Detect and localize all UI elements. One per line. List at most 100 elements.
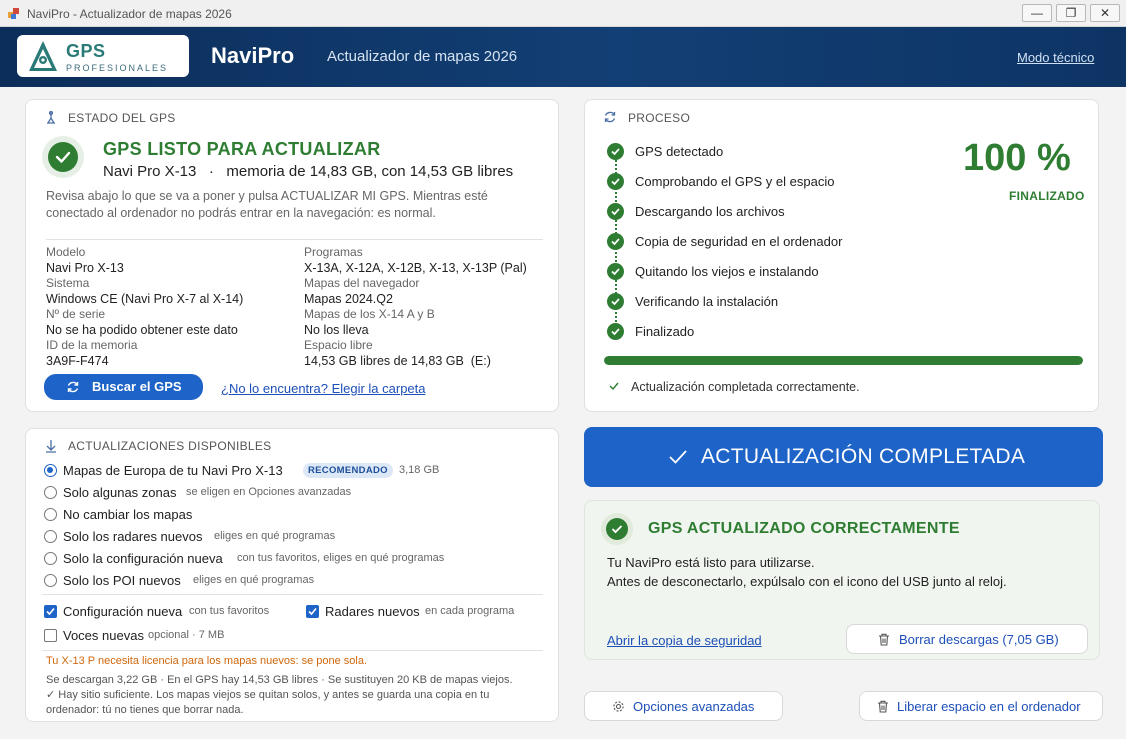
gps-status-card: ESTADO DEL GPS GPS LISTO PARA ACTUALIZAR… xyxy=(25,99,559,412)
maximize-button[interactable]: ❐ xyxy=(1056,4,1086,22)
minimize-button[interactable]: — xyxy=(1022,4,1052,22)
open-backup-link[interactable]: Abrir la copia de seguridad xyxy=(607,633,762,648)
info-label: Mapas del navegador xyxy=(304,276,420,290)
delete-downloads-label: Borrar descargas (7,05 GB) xyxy=(899,632,1059,647)
space-note: ✓ Hay sitio suficiente. Los mapas viejos… xyxy=(46,689,490,701)
option-radio-no-change[interactable] xyxy=(44,508,57,521)
check-icon xyxy=(669,450,687,464)
success-line-2: Antes de desconectarlo, expúlsalo con el… xyxy=(607,574,1007,589)
config-checkbox[interactable] xyxy=(44,605,57,618)
option-hint: 3,18 GB xyxy=(399,464,440,476)
step-done xyxy=(607,323,624,340)
option-label[interactable]: No cambiar los mapas xyxy=(63,507,192,522)
divider xyxy=(42,594,543,595)
info-value: No los lleva xyxy=(304,323,369,337)
window-titlebar: NaviPro - Actualizador de mapas 2026 — ❐… xyxy=(0,0,1126,27)
info-value: Windows CE (Navi Pro X-7 al X-14) xyxy=(46,292,244,306)
check-icon xyxy=(46,607,55,616)
updates-card: ACTUALIZACIONES DISPONIBLES Mapas de Eur… xyxy=(25,428,559,722)
option-label[interactable]: Solo la configuración nueva xyxy=(63,551,223,566)
step-done xyxy=(607,143,624,160)
option-label[interactable]: Solo los radares nuevos xyxy=(63,529,202,544)
search-gps-button[interactable]: Buscar el GPS xyxy=(44,374,203,400)
choose-folder-link[interactable]: ¿No lo encuentra? Elegir la carpeta xyxy=(221,381,426,396)
info-label: Programas xyxy=(304,245,363,259)
info-label: Nº de serie xyxy=(46,307,106,321)
info-value: 3A9F-F474 xyxy=(46,354,109,368)
logo-text: GPS xyxy=(66,41,106,61)
free-space-label: Liberar espacio en el ordenador xyxy=(897,699,1081,714)
free-space-button[interactable]: Liberar espacio en el ordenador xyxy=(859,691,1103,721)
check-label[interactable]: Voces nuevas xyxy=(63,628,144,643)
step-done xyxy=(607,293,624,310)
option-radio-radars[interactable] xyxy=(44,530,57,543)
trash-icon xyxy=(879,633,889,646)
logo-subtext: PROFESIONALES xyxy=(66,63,169,73)
section-title: PROCESO xyxy=(628,111,691,125)
option-label[interactable]: Mapas de Europa de tu Navi Pro X-13 xyxy=(63,463,283,478)
divider xyxy=(42,650,543,651)
app-subtitle: Actualizador de mapas 2026 xyxy=(327,48,518,65)
refresh-icon xyxy=(604,111,616,123)
option-radio-config[interactable] xyxy=(44,552,57,565)
option-hint: con tus favoritos, eliges en qué program… xyxy=(237,552,445,564)
close-button[interactable]: ✕ xyxy=(1090,4,1120,22)
check-icon xyxy=(611,238,620,246)
check-hint: en cada programa xyxy=(425,605,515,617)
update-complete-button[interactable]: ACTUALIZACIÓN COMPLETADA xyxy=(584,427,1103,487)
option-hint: eliges en qué programas xyxy=(193,574,315,586)
device-summary: Navi Pro X-13 · memoria de 14,83 GB, con… xyxy=(103,163,514,180)
step-label: GPS detectado xyxy=(635,144,724,159)
info-label: Espacio libre xyxy=(304,338,373,352)
refresh-icon xyxy=(67,381,79,393)
check-icon xyxy=(611,328,620,336)
section-title: ESTADO DEL GPS xyxy=(68,111,176,125)
license-warning: Tu X-13 P necesita licencia para los map… xyxy=(46,655,368,667)
download-summary: Se descargan 3,22 GB · En el GPS hay 14,… xyxy=(46,674,513,686)
search-gps-label: Buscar el GPS xyxy=(92,379,182,394)
check-label[interactable]: Configuración nueva xyxy=(63,604,182,619)
option-radio-europe[interactable] xyxy=(44,464,57,477)
step-label: Copia de seguridad en el ordenador xyxy=(635,234,843,249)
option-label[interactable]: Solo algunas zonas xyxy=(63,485,176,500)
progress-percent: 100 % xyxy=(963,137,1071,179)
check-icon xyxy=(611,298,620,306)
space-note-cont: ordenador: tú no tienes que borrar nada. xyxy=(46,704,244,716)
close-icon: ✕ xyxy=(1099,6,1111,20)
success-card: GPS ACTUALIZADO CORRECTAMENTE Tu NaviPro… xyxy=(584,500,1100,660)
progress-status: FINALIZADO xyxy=(1009,189,1085,203)
trash-icon xyxy=(878,700,888,713)
gear-icon xyxy=(613,701,624,712)
info-value: X-13A, X-12A, X-12B, X-13, X-13P (Pal) xyxy=(304,261,527,275)
status-description: Revisa abajo lo que se va a poner y puls… xyxy=(46,189,488,220)
option-hint: eliges en qué programas xyxy=(214,530,336,542)
option-radio-zones[interactable] xyxy=(44,486,57,499)
check-icon xyxy=(611,525,623,534)
logo-pin-icon xyxy=(29,41,57,71)
app-name: NaviPro xyxy=(211,43,295,68)
divider xyxy=(46,239,543,240)
step-done xyxy=(607,263,624,280)
step-label: Finalizado xyxy=(635,324,695,339)
check-icon xyxy=(55,151,71,163)
delete-downloads-button[interactable]: Borrar descargas (7,05 GB) xyxy=(846,624,1088,654)
check-hint: con tus favoritos xyxy=(189,605,270,617)
info-value: Navi Pro X-13 xyxy=(46,261,124,275)
voices-checkbox[interactable] xyxy=(44,629,57,642)
window-title: NaviPro - Actualizador de mapas 2026 xyxy=(27,7,232,21)
advanced-options-button[interactable]: Opciones avanzadas xyxy=(584,691,783,721)
check-icon xyxy=(611,208,620,216)
option-label[interactable]: Solo los POI nuevos xyxy=(63,573,181,588)
brand-logo: GPS PROFESIONALES xyxy=(17,35,189,77)
progress-fill xyxy=(604,356,1083,365)
maximize-icon: ❐ xyxy=(1065,6,1077,20)
tech-mode-link[interactable]: Modo técnico xyxy=(1017,50,1094,65)
status-check xyxy=(42,136,84,178)
radars-checkbox[interactable] xyxy=(306,605,319,618)
update-complete-label: ACTUALIZACIÓN COMPLETADA xyxy=(701,445,1026,468)
check-label[interactable]: Radares nuevos xyxy=(325,604,420,619)
process-card: PROCESO GPS detectado Comprobando el GPS… xyxy=(584,99,1099,412)
step-label: Descargando los archivos xyxy=(635,204,785,219)
check-hint: opcional · 7 MB xyxy=(148,629,225,641)
option-radio-poi[interactable] xyxy=(44,574,57,587)
